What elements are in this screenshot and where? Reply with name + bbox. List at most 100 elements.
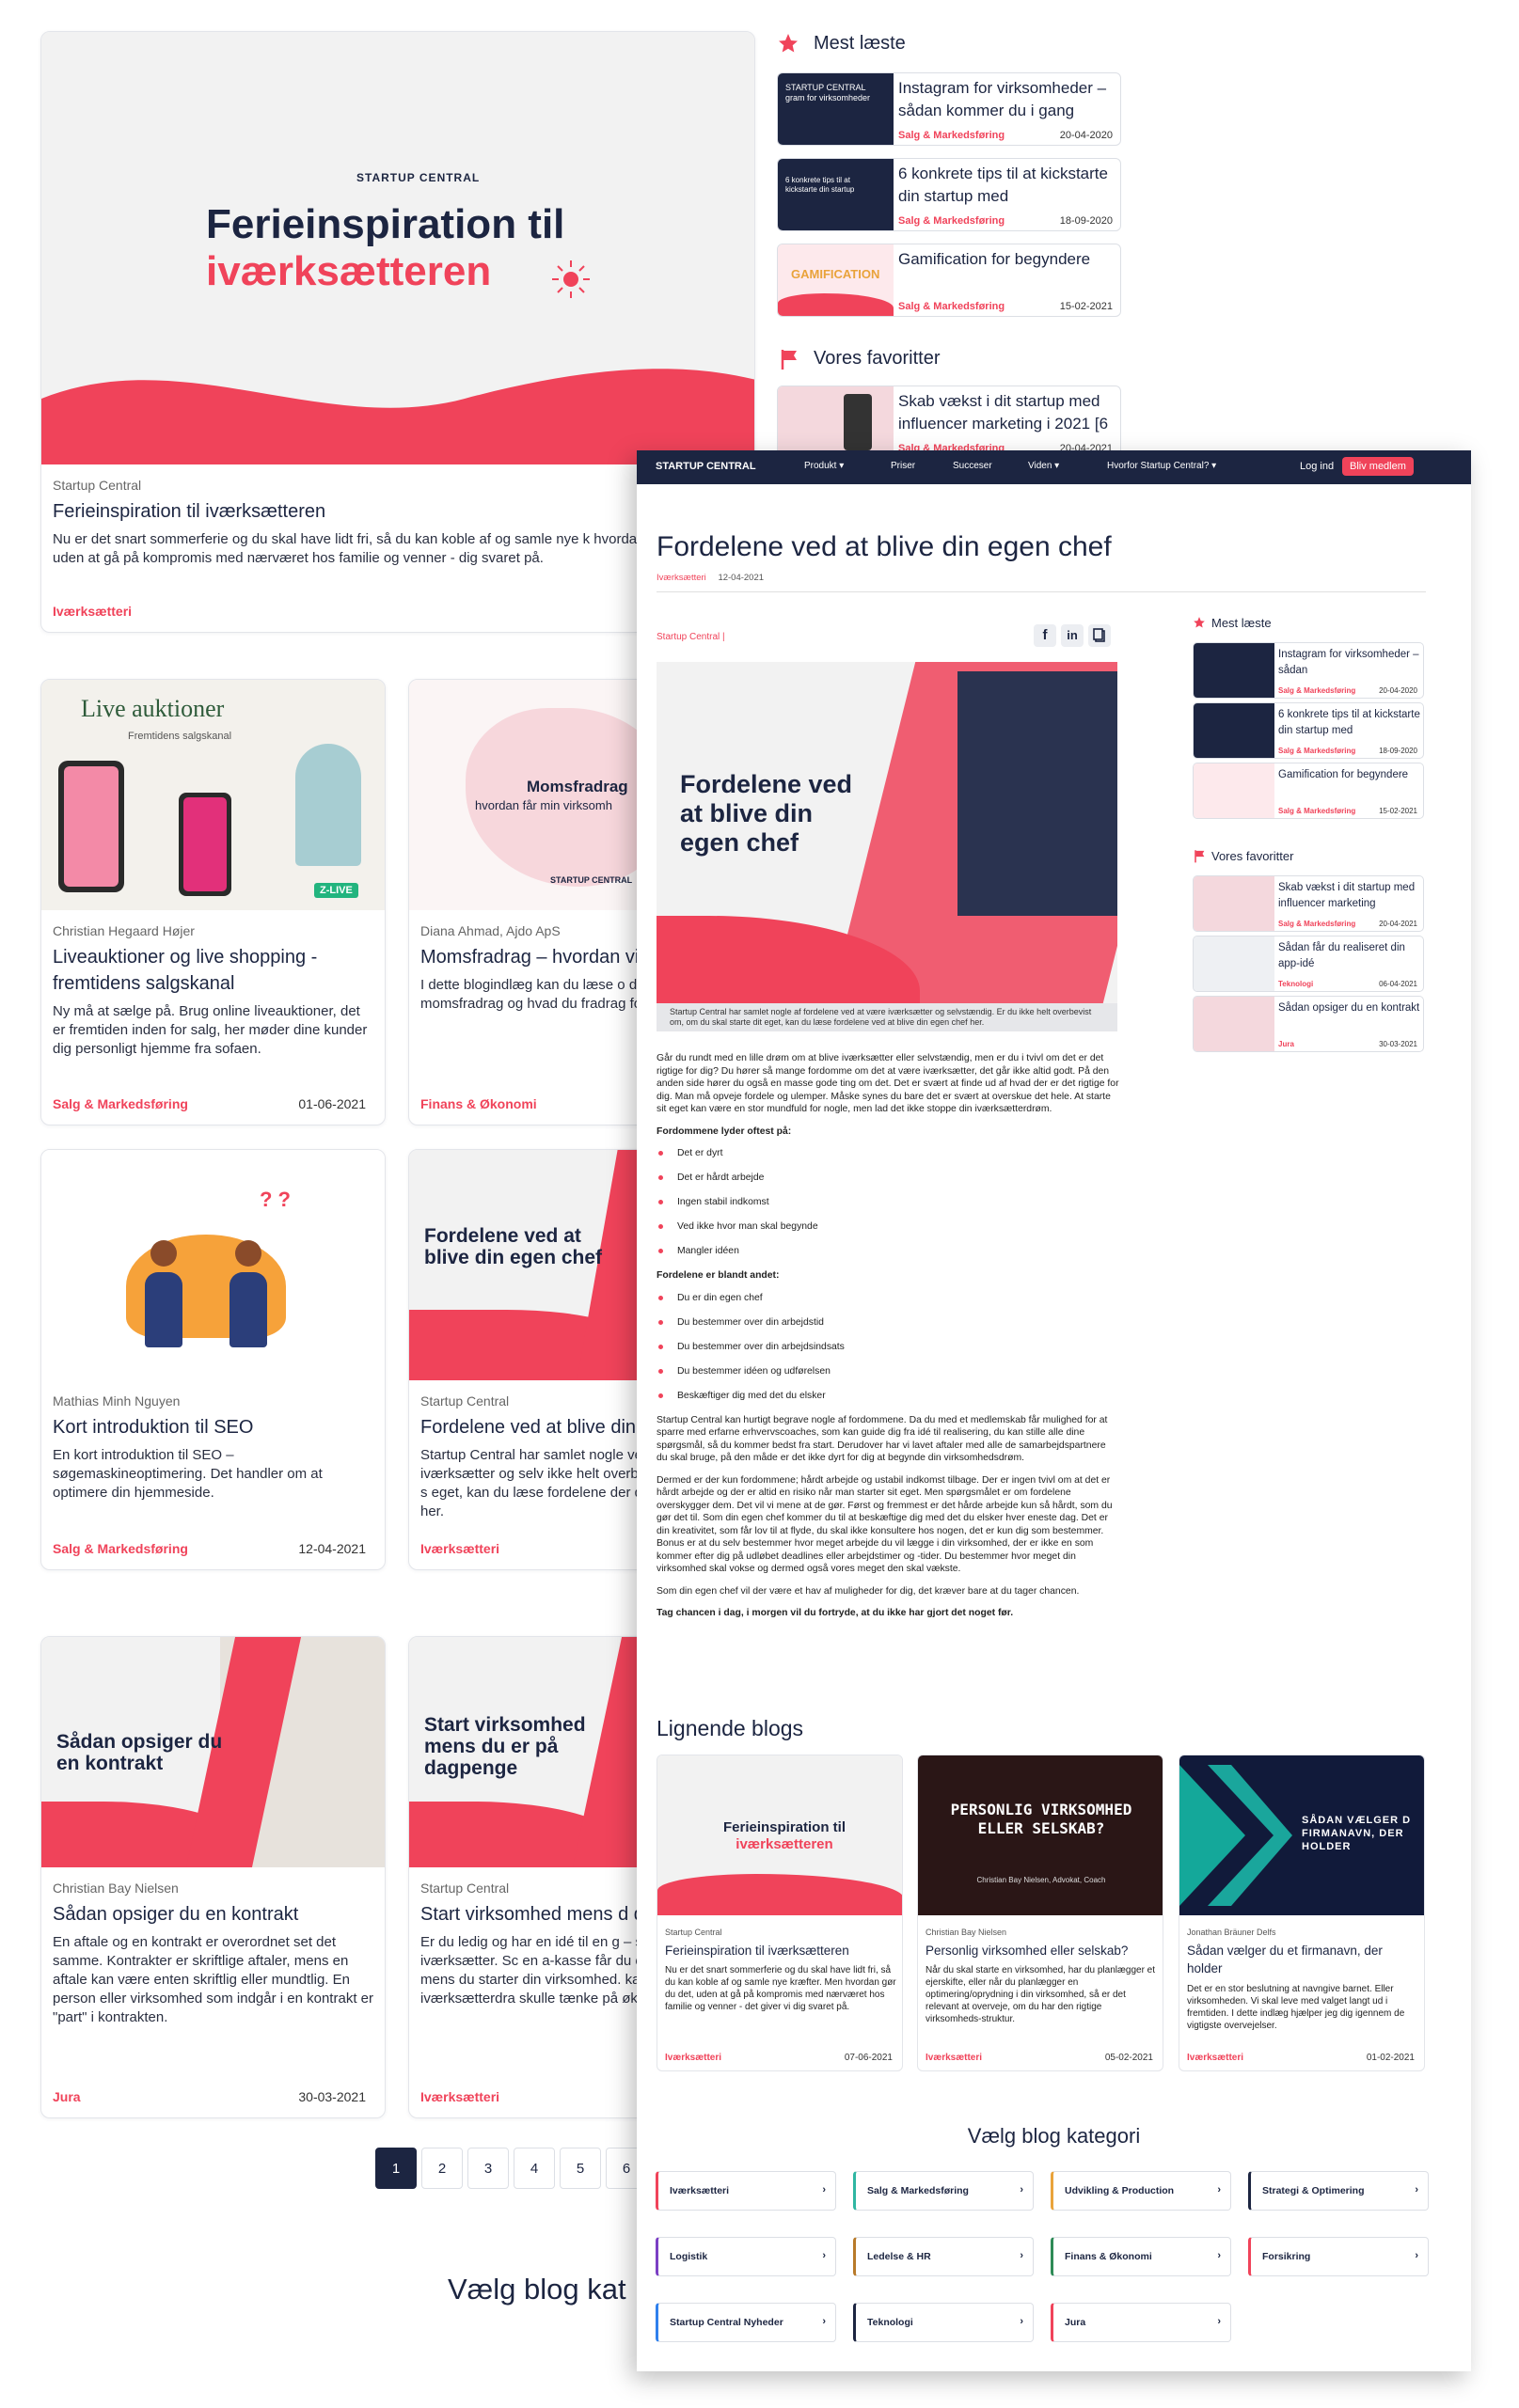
post-category[interactable]: Jura	[53, 2089, 81, 2104]
post-author: Christian Hegaard Højer	[53, 923, 195, 938]
chevron-right-icon: ›	[1217, 2184, 1221, 2196]
article-page: STARTUP CENTRAL Produkt ▾ Priser Succese…	[637, 450, 1471, 2371]
category-button[interactable]: Startup Central Nyheder ›	[656, 2303, 836, 2342]
chevron-right-icon: ›	[1217, 2250, 1221, 2261]
most-read-item[interactable]: 6 konkrete tips til at kickstarte din st…	[777, 158, 1121, 231]
category-button[interactable]: Strategi & Optimering ›	[1248, 2171, 1429, 2211]
post-title[interactable]: Kort introduktion til SEO	[53, 1414, 373, 1440]
article-category[interactable]: Iværksætteri	[657, 573, 706, 583]
post-date: 01-06-2021	[298, 1096, 366, 1111]
category-button[interactable]: Logistik ›	[656, 2237, 836, 2276]
nav-item-viden[interactable]: Viden ▾	[1028, 461, 1059, 471]
nav-item-produkt[interactable]: Produkt ▾	[804, 461, 844, 471]
hero-title-line2: iværksætteren	[206, 248, 492, 294]
category-label: Forsikring	[1262, 2251, 1311, 2262]
nav-item-hvorfor[interactable]: Hvorfor Startup Central? ▾	[1107, 461, 1216, 471]
post-category[interactable]: Iværksætteri	[53, 604, 132, 619]
copy-link-icon[interactable]	[1088, 624, 1111, 647]
post-card[interactable]: ? ? Mathias Minh Nguyen Kort introduktio…	[40, 1149, 386, 1570]
similar-card[interactable]: Ferieinspiration til iværksætteren Start…	[657, 1755, 903, 2071]
favourite-item[interactable]: Sådan opsiger du en kontrakt Jura 30-03-20…	[1193, 996, 1424, 1052]
post-category[interactable]: Salg & Markedsføring	[53, 1096, 188, 1111]
post-thumbnail: SÅDAN VÆLGER D FIRMANAVN, DER HOLDER	[1179, 1755, 1424, 1915]
post-thumbnail: ? ?	[41, 1150, 385, 1380]
top-navbar: STARTUP CENTRAL Produkt ▾ Priser Succese…	[637, 450, 1471, 484]
category-button[interactable]: Forsikring ›	[1248, 2237, 1429, 2276]
chevron-right-icon: ›	[822, 2316, 826, 2327]
post-card[interactable]: Live auktioner Fremtidens salgskanal Z-L…	[40, 679, 386, 1125]
page-button[interactable]: 5	[560, 2148, 601, 2189]
category-heading: Vælg blog kategori	[967, 2124, 1141, 2148]
post-excerpt: En kort introduktion til SEO – søgemaski…	[53, 1447, 323, 1501]
category-button[interactable]: Teknologi ›	[853, 2303, 1034, 2342]
article-title: Fordelene ved at blive din egen chef	[657, 531, 1112, 562]
signup-button[interactable]: Bliv medlem	[1342, 457, 1414, 476]
post-date: 30-03-2021	[298, 2089, 366, 2104]
favourite-item[interactable]: Skab vækst i dit startup med influencer …	[1193, 875, 1424, 932]
divider	[657, 591, 1426, 592]
favourite-item[interactable]: Sådan får du realiseret din app-idé Tekno…	[1193, 936, 1424, 992]
page-button[interactable]: 4	[514, 2148, 555, 2189]
post-category[interactable]: Iværksætteri	[420, 2089, 499, 2104]
image-caption: Startup Central har samlet nogle af ford…	[657, 1003, 1117, 1031]
most-read-item[interactable]: Instagram for virksomheder – sådan Salg &…	[1193, 642, 1424, 699]
login-link[interactable]: Log ind	[1300, 461, 1334, 472]
similar-card[interactable]: SÅDAN VÆLGER D FIRMANAVN, DER HOLDER Jonat…	[1179, 1755, 1425, 2071]
nav-item-priser[interactable]: Priser	[891, 461, 915, 471]
page-button[interactable]: 3	[467, 2148, 509, 2189]
hero-title-line1: Ferieinspiration til	[206, 201, 565, 247]
page-button[interactable]: 1	[375, 2148, 417, 2189]
category-button[interactable]: Udvikling & Production ›	[1051, 2171, 1231, 2211]
brand-logo: STARTUP CENTRAL	[356, 171, 481, 184]
post-excerpt: En aftale og en kontrakt er overordnet s…	[53, 1934, 373, 2025]
post-card[interactable]: Sådan opsiger du en kontrakt Christian B…	[40, 1636, 386, 2118]
post-date: 12-04-2021	[298, 1541, 366, 1556]
nav-item-succeser[interactable]: Succeser	[953, 461, 992, 471]
category-button[interactable]: Ledelse & HR ›	[853, 2237, 1034, 2276]
post-thumbnail: Sådan opsiger du en kontrakt	[41, 1637, 385, 1867]
category-label: Salg & Markedsføring	[867, 2185, 969, 2196]
z-live-badge: Z-LIVE	[314, 883, 358, 898]
post-excerpt: Ny må at sælge på. Brug online liveaukti…	[53, 1003, 368, 1057]
featured-post-image: STARTUP CENTRAL Ferieinspiration til ivæ…	[41, 32, 754, 464]
article-body: Går du rundt med en lille drøm om at bli…	[657, 1053, 1119, 1618]
flag-icon	[1194, 849, 1207, 868]
chevron-right-icon: ›	[1415, 2250, 1418, 2261]
category-label: Iværksætteri	[670, 2185, 730, 2196]
category-button[interactable]: Jura ›	[1051, 2303, 1231, 2342]
post-category[interactable]: Finans & Økonomi	[420, 1096, 537, 1111]
chevron-right-icon: ›	[1020, 2250, 1023, 2261]
linkedin-icon[interactable]: in	[1061, 624, 1084, 647]
post-category[interactable]: Iværksætteri	[420, 1541, 499, 1556]
brand-logo[interactable]: STARTUP CENTRAL	[656, 461, 756, 472]
post-thumbnail: Ferieinspiration til iværksætteren	[657, 1755, 902, 1915]
category-label: Finans & Økonomi	[1065, 2251, 1152, 2262]
favourite-item[interactable]: Skab vækst i dit startup med influencer …	[777, 386, 1121, 459]
post-title[interactable]: Liveauktioner og live shopping - fremtid…	[53, 944, 373, 997]
category-label: Udvikling & Production	[1065, 2185, 1175, 2196]
category-button[interactable]: Iværksætteri ›	[656, 2171, 836, 2211]
category-button[interactable]: Finans & Økonomi ›	[1051, 2237, 1231, 2276]
category-label: Strategi & Optimering	[1262, 2185, 1365, 2196]
star-icon	[1193, 616, 1206, 634]
category-label: Teknologi	[867, 2317, 913, 2328]
most-read-item[interactable]: 6 konkrete tips til at kickstarte din st…	[1193, 702, 1424, 759]
sun-icon	[549, 258, 593, 306]
chevron-right-icon: ›	[1415, 2184, 1418, 2196]
most-read-item[interactable]: GAMIFICATION Gamification for begyndere …	[777, 244, 1121, 317]
chevron-right-icon: ›	[1217, 2316, 1221, 2327]
page-button[interactable]: 2	[421, 2148, 463, 2189]
favourites-heading: Vores favoritter	[1211, 849, 1294, 863]
chevron-right-icon: ›	[822, 2184, 826, 2196]
most-read-item[interactable]: STARTUP CENTRAL gram for virksomheder Ins…	[777, 72, 1121, 146]
similar-card[interactable]: PERSONLIG VIRKSOMHED ELLER SELSKAB? Chris…	[917, 1755, 1163, 2071]
facebook-icon[interactable]: f	[1034, 624, 1056, 647]
post-thumbnail: PERSONLIG VIRKSOMHED ELLER SELSKAB? Chris…	[918, 1755, 1163, 1915]
category-button[interactable]: Salg & Markedsføring ›	[853, 2171, 1034, 2211]
post-category[interactable]: Salg & Markedsføring	[53, 1541, 188, 1556]
chevron-right-icon: ›	[822, 2250, 826, 2261]
most-read-item[interactable]: Gamification for begyndere Salg & Markeds…	[1193, 763, 1424, 819]
article-hero-image: Fordelene ved at blive din egen chef	[657, 662, 1117, 1003]
category-label: Jura	[1065, 2317, 1086, 2328]
post-title[interactable]: Sådan opsiger du en kontrakt	[53, 1901, 373, 1928]
